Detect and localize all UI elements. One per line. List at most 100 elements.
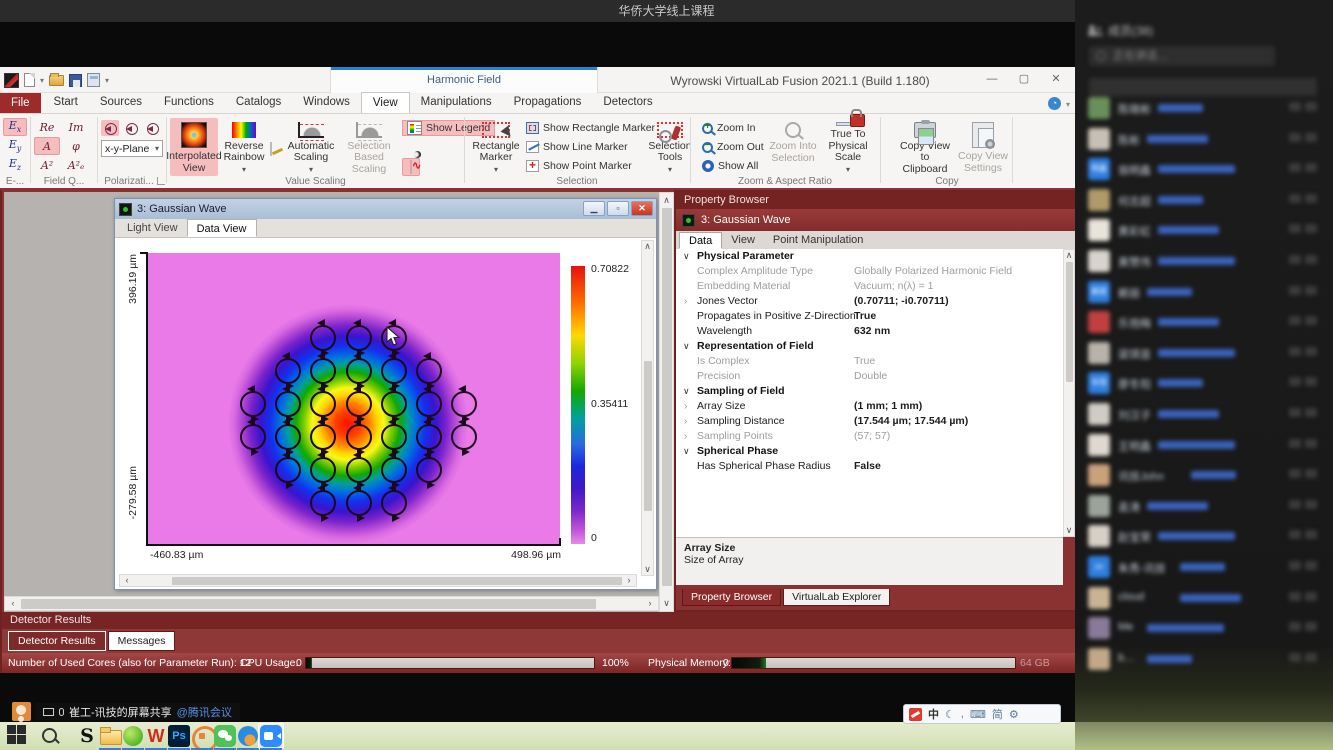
- field-quantity-5-button[interactable]: A²: [34, 156, 60, 174]
- rectangle-marker-button[interactable]: Rectangle Marker▾: [470, 118, 522, 176]
- selection-based-scaling-button[interactable]: Selection Based Scaling: [340, 118, 398, 176]
- tab-propagations[interactable]: Propagations: [503, 92, 593, 113]
- scaling-edit-icon[interactable]: [262, 140, 280, 158]
- member-camera-icon[interactable]: [1289, 377, 1301, 386]
- taskbar-sapp-icon[interactable]: S: [76, 725, 98, 747]
- member-row[interactable]: 乐炮梅: [1075, 311, 1333, 339]
- profile-curve-icon[interactable]: [402, 158, 420, 176]
- ime-logo-icon[interactable]: [909, 708, 922, 721]
- member-camera-icon[interactable]: [1289, 592, 1301, 601]
- member-row[interactable]: cloud: [1075, 587, 1333, 615]
- property-section-header[interactable]: ∨Sampling of Field: [676, 384, 1063, 399]
- polarization-ellipse3-icon[interactable]: [143, 120, 161, 136]
- polarization-ellipse2-icon[interactable]: [122, 120, 140, 136]
- property-row[interactable]: PrecisionDouble: [676, 369, 1063, 384]
- doc-tab-data-view[interactable]: Data View: [187, 219, 257, 237]
- expand-icon[interactable]: ›: [684, 399, 687, 414]
- tab-windows[interactable]: Windows: [292, 92, 361, 113]
- member-mic-icon[interactable]: [1305, 286, 1317, 295]
- member-camera-icon[interactable]: [1289, 530, 1301, 539]
- taskbar-explorer-icon[interactable]: [99, 725, 121, 747]
- member-camera-icon[interactable]: [1289, 622, 1301, 631]
- property-section-header[interactable]: ∨Representation of Field: [676, 339, 1063, 354]
- member-row[interactable]: 黄赞伟: [1075, 250, 1333, 278]
- taskbar-ps-icon[interactable]: Ps: [168, 725, 190, 747]
- member-row[interactable]: 袁涛: [1075, 495, 1333, 523]
- tab-start[interactable]: Start: [43, 92, 89, 113]
- property-grid-scrollbar[interactable]: ∧ ∨: [1063, 249, 1075, 537]
- ey-component-button[interactable]: Ey: [3, 137, 27, 155]
- screen-share-bar[interactable]: 崔工-讯技的屏幕共享 @腾讯会议: [35, 703, 240, 720]
- phase-view-icon[interactable]: [402, 139, 420, 157]
- property-row[interactable]: ›Sampling Points(57; 57): [676, 429, 1063, 444]
- show-point-marker-button[interactable]: Show Point Marker: [526, 158, 632, 174]
- document-vertical-scrollbar[interactable]: ∧ ∨: [641, 240, 654, 576]
- document-titlebar[interactable]: 3: Gaussian Wave ▁ ▫ ✕: [115, 199, 656, 219]
- mdi-horizontal-scrollbar[interactable]: ‹ ›: [4, 596, 659, 611]
- member-mic-icon[interactable]: [1305, 653, 1317, 662]
- member-camera-icon[interactable]: [1289, 286, 1301, 295]
- property-row[interactable]: Complex Amplitude TypeGlobally Polarized…: [676, 264, 1063, 279]
- member-row[interactable]: 王明鑫: [1075, 434, 1333, 462]
- property-row[interactable]: Wavelength632 nm: [676, 324, 1063, 339]
- moon-icon[interactable]: ☾: [945, 708, 955, 721]
- dialog-launcher-icon[interactable]: [157, 177, 165, 185]
- member-mic-icon[interactable]: [1305, 439, 1317, 448]
- member-mic-icon[interactable]: [1305, 347, 1317, 356]
- member-mic-icon[interactable]: [1305, 102, 1317, 111]
- expand-icon[interactable]: ›: [684, 429, 687, 444]
- property-row[interactable]: Embedding MaterialVacuum; n(λ) = 1: [676, 279, 1063, 294]
- detector-tab-messages[interactable]: Messages: [108, 631, 176, 651]
- mdi-vertical-scrollbar[interactable]: ∧ ∨: [659, 192, 674, 612]
- member-row[interactable]: 刘汉子: [1075, 403, 1333, 431]
- property-row[interactable]: Has Spherical Phase RadiusFalse: [676, 459, 1063, 474]
- member-row[interactable]: b…: [1075, 648, 1333, 676]
- zoom-into-selection-button[interactable]: Zoom Into Selection: [768, 118, 818, 176]
- member-camera-icon[interactable]: [1289, 133, 1301, 142]
- taskbar-wechat-icon[interactable]: [214, 725, 236, 747]
- ime-toolbar[interactable]: 中 ☾ , ⌨ 简 ⚙: [903, 704, 1061, 724]
- reverse-rainbow-button[interactable]: Reverse Rainbow▾: [220, 118, 268, 176]
- member-camera-icon[interactable]: [1289, 163, 1301, 172]
- doc-minimize-button[interactable]: ▁: [583, 201, 605, 216]
- field-quantity-2-button[interactable]: Im: [63, 118, 89, 136]
- copy-view-to-clipboard-button[interactable]: Copy View to Clipboard: [896, 118, 954, 176]
- true-to-physical-scale-button[interactable]: True To Physical Scale▾: [822, 118, 874, 176]
- automatic-scaling-button[interactable]: Automatic Scaling▾: [284, 118, 338, 176]
- field-quantity-3-button[interactable]: A: [34, 137, 60, 155]
- member-camera-icon[interactable]: [1289, 224, 1301, 233]
- member-mic-icon[interactable]: [1305, 224, 1317, 233]
- help-icon[interactable]: ◔: [1048, 97, 1061, 110]
- member-camera-icon[interactable]: [1289, 439, 1301, 448]
- new-document-icon[interactable]: [24, 73, 35, 87]
- interpolated-view-button[interactable]: Interpolated View: [170, 118, 218, 176]
- member-mic-icon[interactable]: [1305, 163, 1317, 172]
- expand-icon[interactable]: ›: [684, 294, 687, 309]
- member-mic-icon[interactable]: [1305, 408, 1317, 417]
- member-camera-icon[interactable]: [1289, 255, 1301, 264]
- taskbar-browser-icon[interactable]: [122, 725, 144, 747]
- zoom-in-button[interactable]: + Zoom In: [702, 120, 756, 136]
- pb-tab-point-manipulation[interactable]: Point Manipulation: [764, 232, 873, 249]
- member-mic-icon[interactable]: [1305, 255, 1317, 264]
- member-camera-icon[interactable]: [1289, 316, 1301, 325]
- tab-manipulations[interactable]: Manipulations: [410, 92, 503, 113]
- taskbar-qq-icon[interactable]: [237, 725, 259, 747]
- member-row[interactable]: zx朱秀-讯技: [1075, 556, 1333, 584]
- member-camera-icon[interactable]: [1289, 469, 1301, 478]
- member-row[interactable]: 讯技John: [1075, 464, 1333, 492]
- minimize-button[interactable]: —: [981, 73, 1003, 86]
- member-mic-icon[interactable]: [1305, 500, 1317, 509]
- expand-icon[interactable]: ›: [684, 414, 687, 429]
- member-row[interactable]: 赵宝荣: [1075, 525, 1333, 553]
- member-mic-icon[interactable]: [1305, 194, 1317, 203]
- zoom-out-button[interactable]: − Zoom Out: [702, 139, 764, 155]
- member-row[interactable]: 赖丽赖丽: [1075, 281, 1333, 309]
- member-row[interactable]: 明鑫翁明鑫: [1075, 158, 1333, 186]
- field-quantity-6-button[interactable]: A²ₑ: [63, 156, 89, 174]
- punctuation-icon[interactable]: ,: [961, 708, 964, 720]
- keyboard-icon[interactable]: ⌨: [970, 708, 986, 721]
- ime-simplified-toggle[interactable]: 简: [992, 706, 1003, 722]
- member-camera-icon[interactable]: [1289, 194, 1301, 203]
- member-mic-icon[interactable]: [1305, 561, 1317, 570]
